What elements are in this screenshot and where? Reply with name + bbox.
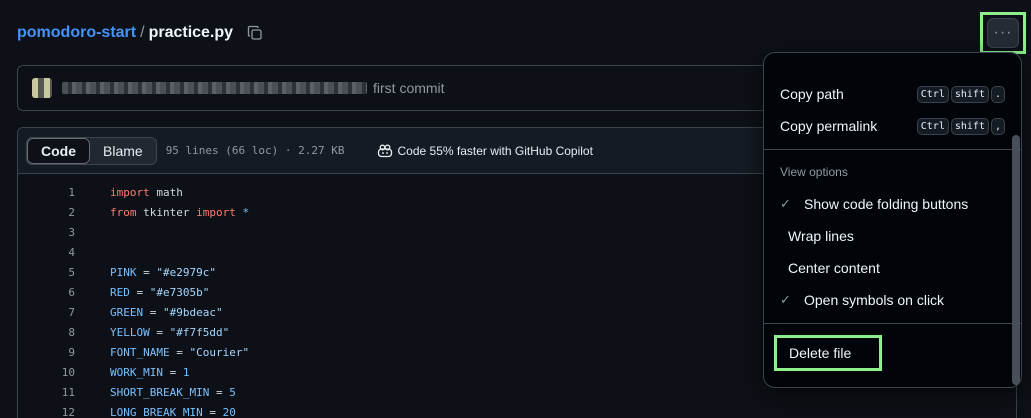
line-number[interactable]: 10 [18, 366, 75, 379]
breadcrumb-file-name: practice.py [148, 24, 234, 41]
file-actions-menu: Copy path Ctrl shift . Copy permalink Ct… [763, 52, 1022, 388]
code-token: "#9bdeac" [163, 305, 223, 319]
kbd-key: Ctrl [916, 117, 949, 135]
menu-divider [764, 323, 1021, 324]
code-token: = [202, 405, 223, 418]
line-number[interactable]: 4 [18, 246, 75, 259]
kbd-key: Ctrl [916, 85, 949, 103]
line-number[interactable]: 5 [18, 266, 75, 279]
code-token: 1 [182, 365, 190, 379]
menu-item-copy-permalink[interactable]: Copy permalink Ctrl shift , [780, 113, 1005, 139]
menu-item-open-symbols[interactable]: ✓ Open symbols on click [780, 287, 1005, 313]
copy-permalink-shortcut: Ctrl shift , [916, 117, 1005, 135]
option-label: Center content [788, 260, 880, 276]
code-token: 20 [222, 405, 236, 418]
option-label: Show code folding buttons [804, 196, 969, 212]
menu-item-copy-path[interactable]: Copy path Ctrl shift . [780, 81, 1005, 107]
code-token: SHORT_BREAK_MIN [110, 385, 210, 399]
menu-item-show-code-folding[interactable]: ✓ Show code folding buttons [780, 191, 1005, 217]
breadcrumb-separator: / [140, 24, 145, 41]
checkmark-icon: ✓ [780, 292, 791, 307]
avatar[interactable] [32, 78, 52, 98]
line-content: PINK = "#e2979c" [75, 266, 216, 279]
code-token: PINK [110, 265, 137, 279]
line-content: FONT_NAME = "Courier" [75, 346, 249, 359]
code-token: = [149, 325, 170, 339]
code-token: tkinter [136, 205, 197, 219]
delete-file-label: Delete file [789, 345, 852, 361]
line-content: import math [75, 186, 183, 199]
code-token: = [136, 265, 157, 279]
code-token: = [143, 305, 163, 319]
view-options-heading: View options [780, 165, 848, 179]
kbd-key: , [990, 117, 1005, 135]
code-token: = [129, 285, 150, 299]
more-options-highlight: ··· [980, 12, 1026, 54]
line-number[interactable]: 9 [18, 346, 75, 359]
menu-item-delete-file[interactable]: Delete file [774, 335, 882, 371]
menu-divider [764, 149, 1021, 150]
option-label: Wrap lines [788, 228, 854, 244]
code-token: "#e7305b" [149, 285, 210, 299]
line-number[interactable]: 12 [18, 406, 75, 418]
line-number[interactable]: 3 [18, 226, 75, 239]
breadcrumb: pomodoro-start / practice.py [17, 22, 265, 44]
code-token: LONG_BREAK_MIN [110, 405, 203, 418]
kbd-key: shift [950, 85, 989, 103]
view-toggle: Code Blame [26, 136, 157, 165]
file-stats: 95 lines (66 loc) · 2.27 KB [165, 144, 345, 157]
copy-icon[interactable] [245, 23, 265, 43]
code-token: * [235, 205, 250, 219]
code-token: RED [110, 285, 130, 299]
breadcrumb-repo-link[interactable]: pomodoro-start [17, 24, 136, 42]
code-token: 5 [229, 385, 236, 399]
code-token: math [149, 185, 183, 199]
line-number[interactable]: 1 [18, 186, 75, 199]
blurred-author-info [62, 82, 367, 94]
line-content: RED = "#e7305b" [75, 286, 209, 299]
line-content: WORK_MIN = 1 [75, 366, 189, 379]
code-token: import [196, 205, 236, 219]
code-token: "#e2979c" [156, 265, 216, 279]
copilot-promo-text: Code 55% faster with GitHub Copilot [397, 143, 593, 158]
copy-permalink-label: Copy permalink [780, 118, 878, 134]
line-number[interactable]: 7 [18, 306, 75, 319]
code-token: FONT_NAME [110, 345, 170, 359]
more-options-button[interactable]: ··· [987, 18, 1019, 48]
code-token: from [110, 205, 137, 219]
code-token: = [169, 345, 190, 359]
line-content: SHORT_BREAK_MIN = 5 [75, 386, 236, 399]
kbd-key: shift [950, 117, 989, 135]
commit-message[interactable]: first commit [373, 80, 445, 96]
menu-scrollbar[interactable] [1012, 135, 1020, 385]
tab-blame[interactable]: Blame [90, 137, 156, 164]
line-number[interactable]: 6 [18, 286, 75, 299]
code-token: "#f7f5dd" [169, 325, 230, 339]
line-number[interactable]: 11 [18, 386, 75, 399]
option-label: Open symbols on click [804, 292, 945, 308]
line-content: from tkinter import * [75, 206, 249, 219]
line-number[interactable]: 8 [18, 326, 75, 339]
code-token: WORK_MIN [110, 365, 163, 379]
checkmark-icon: ✓ [780, 196, 791, 211]
line-number[interactable]: 2 [18, 206, 75, 219]
line-content: LONG_BREAK_MIN = 20 [75, 406, 236, 418]
line-content: YELLOW = "#f7f5dd" [75, 326, 229, 339]
code-token: = [209, 385, 230, 399]
tab-code[interactable]: Code [27, 137, 90, 164]
code-token: "Courier" [189, 345, 250, 359]
code-token: = [162, 365, 183, 379]
code-token: import [110, 185, 150, 199]
menu-item-center-content[interactable]: Center content [780, 255, 1005, 281]
code-token: YELLOW [110, 325, 150, 339]
copy-path-shortcut: Ctrl shift . [916, 85, 1005, 103]
copilot-promo-link[interactable]: Code 55% faster with GitHub Copilot [377, 144, 593, 158]
kbd-key: . [990, 85, 1005, 103]
copy-path-label: Copy path [780, 86, 844, 102]
menu-item-wrap-lines[interactable]: Wrap lines [780, 223, 1005, 249]
line-content: GREEN = "#9bdeac" [75, 306, 223, 319]
copilot-icon [377, 144, 393, 158]
code-token: GREEN [110, 305, 144, 319]
code-line: 12 LONG_BREAK_MIN = 20 [18, 402, 1016, 418]
